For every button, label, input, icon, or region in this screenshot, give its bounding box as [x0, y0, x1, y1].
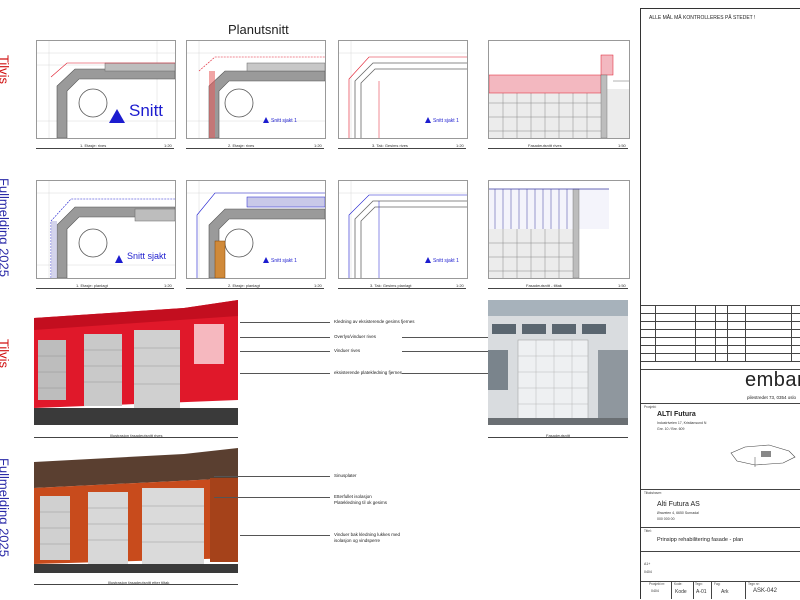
titleblock-notice: ALLE MÅL MÅ KONTROLLERES PÅ STEDET !: [649, 15, 756, 21]
render-proposed-image: [34, 448, 238, 573]
side-label-row1: Tilvis: [0, 54, 12, 85]
scale-format: A1+: [644, 562, 651, 566]
scale-1-1: 1:20: [164, 143, 172, 148]
render-existing-image: [34, 300, 238, 425]
scale-2-3: 1:20: [456, 283, 464, 288]
photo-facade-image: [488, 300, 628, 425]
title-label: Tittel:: [644, 529, 652, 533]
section-label-snitt-sjakt: Snitt sjakt: [127, 251, 167, 261]
photo-facade: [488, 300, 628, 425]
section-label-2-3: Snitt sjakt 1: [433, 258, 459, 264]
caption-photo-facade: Fasadeutsnitt: [546, 433, 571, 438]
project-no: 0404: [651, 589, 659, 593]
client-address: Øraveien 4, 6650 Surnadal: [657, 511, 699, 515]
annotation-3-4: eksisterende platekledning fjernes: [334, 370, 403, 375]
section-label-snitt: Snitt: [129, 101, 164, 120]
section-label-1-2: Snitt sjakt 1: [271, 118, 297, 124]
section-label-1-3: Snitt sjakt 1: [433, 118, 459, 124]
caption-1-4: Fasadeutsnitt rives: [528, 143, 562, 148]
project-gnr: Gnr. 10 / Bnr. 609: [657, 427, 685, 431]
plan-panel-1-2: Snitt sjakt 1: [186, 40, 326, 139]
caption-2-4: Fasadeutsnitt - tiltak: [526, 283, 562, 288]
project-name: ALTI Futura: [657, 411, 696, 418]
scale-1-4: 1:50: [618, 143, 626, 148]
section-label-2-2: Snitt sjakt 1: [271, 258, 297, 264]
project-no-label: Prosjekt nr:: [649, 582, 666, 586]
discipline-value: Ark: [721, 589, 729, 595]
company-logo: embark: [745, 369, 800, 391]
sheet-label: Tegn:: [695, 582, 703, 586]
annotation-3-2: Overlys/vinduer rives: [334, 334, 377, 339]
caption-2-3: 3. Tak: Gesims planlagt: [370, 283, 412, 288]
project-address: Industriveien 17, Kristiansund N: [657, 421, 707, 425]
annotation-3-1: Kledning av eksisterende gesims fjernes: [334, 319, 415, 324]
scale-1-2: 1:20: [314, 143, 322, 148]
titleblock: ALLE MÅL MÅ KONTROLLERES PÅ STEDET ! emb…: [640, 8, 800, 599]
caption-1-3: 3. Tak: Gesims rives: [372, 143, 408, 148]
caption-render-proposed: Illustrasjon fasadeutsnitt etter tiltak: [108, 580, 170, 585]
scale-2-2: 1:20: [314, 283, 322, 288]
revision-table: [641, 305, 800, 365]
caption-1-1: 1. Etasje: rives: [80, 143, 107, 148]
plan-drawing-1-1: [37, 41, 175, 138]
scale-1-3: 1:20: [456, 143, 464, 148]
plan-panel-1-1: Snitt: [36, 40, 176, 139]
annotation-4-2: Etterfullet isolasjon Platekledning til …: [334, 494, 388, 505]
sheet-value: A-01: [696, 589, 707, 595]
caption-1-2: 2. Etasje: rives: [228, 143, 255, 148]
company-address: pilestredet 73, 0354 oslo: [747, 395, 797, 400]
drawing-no-label: Tegn nr:: [748, 582, 760, 586]
plan-panel-2-3: Snitt sjakt 1: [338, 180, 468, 279]
drawing-title: Prinsipp rehabilitering fasade - plan: [657, 537, 744, 543]
scale-2-4: 1:50: [618, 283, 626, 288]
render-existing: [34, 300, 238, 425]
caption-2-2: 2. Etasje: planlagt: [228, 283, 260, 288]
side-label-row4: Fullmelding 2025: [0, 457, 12, 557]
facade-panel-1: [488, 40, 630, 139]
plan-drawing-2-2: [187, 181, 325, 278]
plan-drawing-2-1: [37, 181, 175, 278]
plan-panel-2-1: Snitt sjakt: [36, 180, 176, 279]
client-org: 000 000 00: [657, 517, 675, 521]
side-label-row3: Tilvis: [0, 338, 12, 369]
client-name: Alti Futura AS: [657, 501, 700, 508]
facade-drawing-2: [489, 188, 609, 278]
caption-2-1: 1. Etasje: planlagt: [76, 283, 108, 288]
plan-panel-1-3: Snitt sjakt 1: [338, 40, 468, 139]
scale-value: 0404: [644, 570, 652, 574]
side-label-row2: Fullmelding 2025: [0, 177, 12, 277]
plan-panel-2-2: Snitt sjakt 1: [186, 180, 326, 279]
caption-render-existing: Illustrasjon fasadeutsnitt rives: [110, 433, 163, 438]
project-label: Prosjekt:: [644, 405, 657, 409]
code-value: Kode: [675, 589, 687, 595]
page-title: Planutsnitt: [228, 22, 289, 37]
render-proposed: [34, 448, 238, 573]
site-plan-thumbnail: [730, 444, 796, 467]
annotation-4-3: Vinduer bak kledning lukkes med isolasjo…: [334, 532, 400, 543]
scale-2-1: 1:20: [164, 283, 172, 288]
client-label: Tiltakshaver:: [644, 491, 662, 495]
discipline-label: Fag:: [714, 582, 721, 586]
facade-drawing-1: [489, 54, 629, 138]
annotation-3-3: Vinduer rives: [334, 348, 361, 353]
plan-drawing-1-2: [187, 41, 325, 138]
drawing-no: ASK-042: [753, 588, 778, 594]
annotation-4-1: Sinusplater: [334, 473, 357, 478]
facade-panel-2: [488, 180, 630, 279]
code-label: Kode:: [674, 582, 683, 586]
